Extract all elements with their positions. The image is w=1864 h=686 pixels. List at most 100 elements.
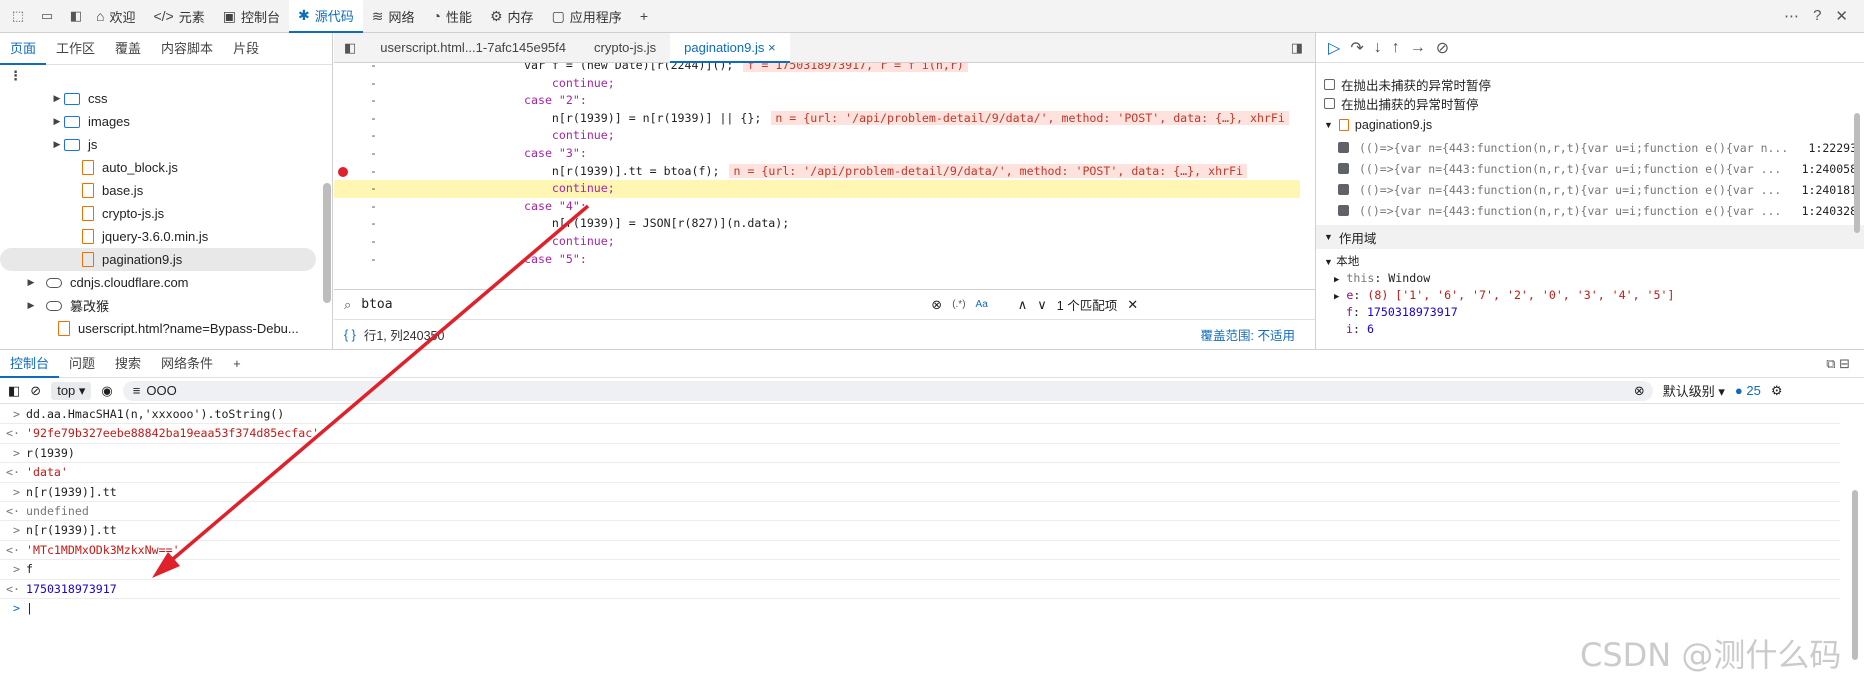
breakpoint-item[interactable]: (()=>{var n={443:function(n,r,t){var u=i… — [1316, 200, 1864, 221]
drawer-tab-console[interactable]: 控制台 — [0, 350, 60, 378]
console-prompt[interactable]: > | — [0, 599, 1840, 618]
tab-content-scripts[interactable]: 内容脚本 — [151, 33, 223, 65]
drawer-tab-issues[interactable]: 问题 — [59, 350, 105, 378]
help-icon[interactable]: ? — [1813, 7, 1821, 25]
drawer-tab-search[interactable]: 搜索 — [105, 350, 151, 378]
add-tab-button[interactable]: + — [631, 0, 657, 33]
breakpoint-marker-icon[interactable] — [338, 166, 348, 177]
device-icon[interactable]: ▭ — [36, 5, 58, 27]
tree-file-jquery[interactable]: jquery-3.6.0.min.js — [0, 225, 332, 248]
more-menu-icon[interactable]: ⋯ — [1784, 7, 1799, 25]
match-case-toggle[interactable]: Aa — [976, 299, 988, 310]
scope-section-header[interactable]: ▼ 作用域 — [1316, 225, 1864, 249]
regex-toggle[interactable]: (.*) — [952, 299, 965, 310]
tab-network[interactable]: ≋ 网络 — [363, 0, 424, 33]
eye-icon[interactable]: ◉ — [101, 383, 112, 399]
sidebar-toggle-icon[interactable]: ◧ — [65, 5, 87, 27]
tree-file-userscript[interactable]: userscript.html?name=Bypass-Debu... — [0, 317, 332, 340]
editor-tab-crypto[interactable]: crypto-js.js — [580, 33, 670, 63]
step-out-icon[interactable]: ↑ — [1392, 39, 1400, 57]
tab-welcome[interactable]: ⌂ 欢迎 — [87, 0, 144, 33]
context-selector[interactable]: top ▾ — [51, 381, 92, 400]
console-log[interactable]: > dd.aa.HmacSHA1(n,'xxxooo').toString() <… — [0, 405, 1840, 618]
next-match-icon[interactable]: ∨ — [1037, 297, 1047, 313]
checkbox[interactable] — [1338, 205, 1349, 216]
tree-file-base[interactable]: base.js — [0, 179, 332, 202]
scope-item[interactable]: i: 6 — [1316, 321, 1864, 338]
tab-page[interactable]: 页面 — [0, 33, 47, 65]
toggle-navigator-icon[interactable]: ◧ — [334, 40, 366, 56]
toggle-debugger-icon[interactable]: ◨ — [1291, 40, 1315, 56]
clear-console-icon[interactable]: ⊘ — [30, 383, 41, 399]
tab-overrides[interactable]: 覆盖 — [105, 33, 151, 65]
tab-memory[interactable]: ⚙ 内存 — [481, 0, 543, 33]
tree-folder-images[interactable]: ▶ images — [0, 110, 332, 133]
filter-icon: ≡ — [132, 383, 141, 398]
log-level-selector[interactable]: 默认级别 ▾ — [1663, 381, 1725, 400]
search-input[interactable]: btoa — [361, 297, 921, 312]
breakpoint-file[interactable]: ▼ pagination9.js — [1316, 113, 1864, 137]
pretty-print-button[interactable]: { } — [344, 328, 356, 342]
checkbox[interactable] — [1338, 184, 1349, 195]
more-options-icon[interactable]: ⋮ — [0, 65, 332, 87]
checkbox[interactable] — [1338, 142, 1349, 153]
settings-icon[interactable]: ⚙ — [1771, 383, 1783, 399]
file-icon — [1338, 119, 1349, 131]
previous-match-icon[interactable]: ∧ — [1018, 297, 1028, 313]
debugger-scrollbar[interactable] — [1854, 113, 1860, 233]
tab-console[interactable]: ▣ 控制台 — [214, 0, 289, 33]
breakpoint-item[interactable]: (()=>{var n={443:function(n,r,t){var u=i… — [1316, 137, 1864, 158]
console-scrollbar[interactable] — [1852, 490, 1858, 660]
local-scope-header[interactable]: ▼ 本地 — [1316, 253, 1864, 270]
tree-folder-js[interactable]: ▶ js — [0, 133, 332, 156]
tab-sources[interactable]: ✱ 源代码 — [289, 0, 363, 33]
sidebar-toggle-icon[interactable]: ◧ — [8, 383, 20, 399]
tab-application[interactable]: ▢ 应用程序 — [543, 0, 631, 33]
pause-caught-option[interactable]: 在抛出捕获的异常时暂停 — [1316, 94, 1864, 113]
checkbox[interactable] — [1338, 163, 1349, 174]
tab-workspace[interactable]: 工作区 — [46, 33, 105, 65]
dock-icon[interactable]: ⧉ ⊟ — [1826, 356, 1864, 372]
search-bar: ⌕ btoa ⊗ (.*) Aa ∧ ∨ 1 个匹配项 ✕ — [334, 289, 1315, 319]
tab-performance[interactable]: ◔ 性能 — [424, 0, 481, 33]
code-area[interactable]: - var f = (new Date)[r(2244)](); f = 17503… — [334, 63, 1300, 303]
console-filter-input[interactable]: ≡ OOO ⊗ — [122, 380, 1653, 401]
step-icon[interactable]: → — [1410, 39, 1426, 57]
coverage-link[interactable]: 覆盖范围: 不适用 — [1201, 325, 1295, 344]
editor-tab-pagination9[interactable]: pagination9.js × — [670, 32, 790, 63]
drawer-tab-network-conditions[interactable]: 网络条件 — [151, 350, 223, 378]
step-over-icon[interactable]: ↷ — [1350, 38, 1363, 58]
add-drawer-tab-button[interactable]: + — [223, 350, 251, 378]
tree-folder-css[interactable]: ▶ css — [0, 87, 332, 110]
scope-item[interactable]: ▶ e: (8) ['1', '6', '7', '2', '0', '3', … — [1316, 287, 1864, 304]
deactivate-breakpoints-icon[interactable]: ⊘ — [1436, 38, 1449, 58]
tree-domain-cdnjs[interactable]: ▶ cdnjs.cloudflare.com — [0, 271, 332, 294]
tree-file-crypto[interactable]: crypto-js.js — [0, 202, 332, 225]
step-into-icon[interactable]: ↓ — [1374, 39, 1382, 57]
scope-item[interactable]: f: 1750318973917 — [1316, 304, 1864, 321]
close-tab-icon[interactable]: × — [768, 40, 776, 55]
code-line-breakpoint[interactable]: - n[r(1939)].tt = btoa(f); n = {url: '/ap… — [334, 163, 1300, 181]
breakpoint-item[interactable]: (()=>{var n={443:function(n,r,t){var u=i… — [1316, 158, 1864, 179]
close-icon[interactable]: ✕ — [1835, 7, 1848, 25]
tab-snippets[interactable]: 片段 — [223, 33, 269, 65]
message-count-badge[interactable]: ● 25 — [1735, 383, 1761, 398]
tab-elements[interactable]: </> 元素 — [144, 0, 213, 33]
resume-icon[interactable]: ▷ — [1328, 38, 1340, 58]
clear-filter-icon[interactable]: ⊗ — [1634, 383, 1645, 399]
pause-uncaught-option[interactable]: 在抛出未捕获的异常时暂停 — [1316, 75, 1864, 94]
tree-file-auto-block[interactable]: auto_block.js — [0, 156, 332, 179]
editor-tab-userscript[interactable]: userscript.html...1-7afc145e95f4 — [366, 33, 580, 63]
navigator-scrollbar[interactable] — [323, 183, 331, 303]
console-output-row: <· 1750318973917 — [0, 580, 1840, 599]
watermark: CSDN @测什么码 — [1580, 636, 1842, 674]
clear-search-icon[interactable]: ⊗ — [931, 297, 942, 313]
tree-domain-tampermonkey[interactable]: ▶ 篡改猴 — [0, 294, 332, 317]
tree-file-pagination9[interactable]: pagination9.js — [0, 248, 316, 271]
inspect-icon[interactable]: ⬚ — [7, 5, 29, 27]
breakpoint-item[interactable]: (()=>{var n={443:function(n,r,t){var u=i… — [1316, 179, 1864, 200]
checkbox[interactable] — [1324, 98, 1335, 109]
scope-item[interactable]: ▶ this: Window — [1316, 270, 1864, 287]
checkbox[interactable] — [1324, 79, 1335, 90]
close-search-icon[interactable]: ✕ — [1127, 297, 1138, 313]
